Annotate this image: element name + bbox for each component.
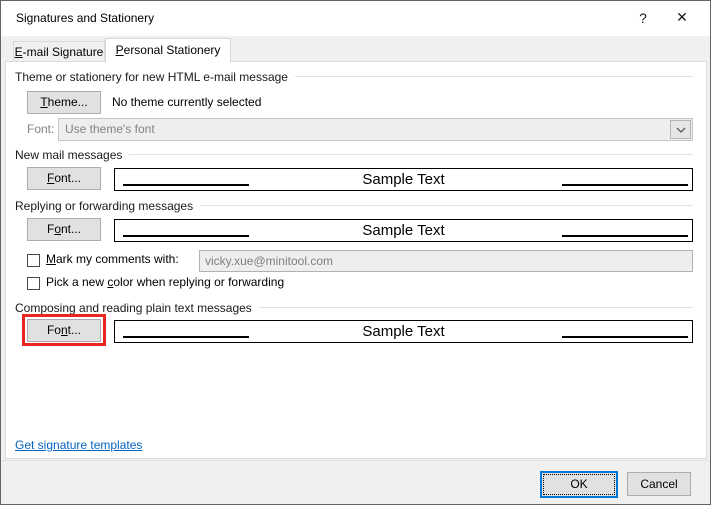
new-mail-sample-preview: Sample Text: [114, 168, 693, 191]
plain-text-section-label: Composing and reading plain text message…: [15, 301, 252, 315]
group-divider: [200, 205, 693, 206]
signatures-and-stationery-dialog: Signatures and Stationery ? ✕ E-mail Sig…: [0, 0, 711, 505]
theme-font-dropdown-value: Use theme's font: [65, 119, 155, 140]
pick-color-checkbox[interactable]: [27, 277, 40, 290]
plain-text-sample-preview: Sample Text: [114, 320, 693, 343]
pick-color-label[interactable]: Pick a new color when replying or forwar…: [46, 275, 284, 290]
mark-comments-label[interactable]: Mark my comments with:: [46, 252, 179, 267]
personal-stationery-page: Theme or stationery for new HTML e-mail …: [5, 61, 707, 459]
sample-text: Sample Text: [115, 220, 692, 241]
group-divider: [295, 76, 693, 77]
reply-forward-section-label: Replying or forwarding messages: [15, 199, 193, 213]
group-divider: [129, 154, 693, 155]
reply-forward-sample-preview: Sample Text: [114, 219, 693, 242]
mark-comments-input[interactable]: [199, 250, 693, 272]
reply-forward-font-button[interactable]: Font...: [27, 218, 101, 241]
sample-rule-right: [562, 184, 688, 186]
theme-section-label: Theme or stationery for new HTML e-mail …: [15, 70, 288, 84]
ok-button[interactable]: OK: [540, 471, 618, 498]
title-bar: Signatures and Stationery ? ✕: [1, 1, 710, 36]
sample-text: Sample Text: [115, 169, 692, 190]
cancel-button[interactable]: Cancel: [627, 472, 691, 496]
tab-email-signature[interactable]: E-mail Signature: [13, 41, 105, 62]
get-signature-templates-link[interactable]: Get signature templates: [15, 438, 142, 452]
chevron-down-icon[interactable]: [670, 120, 691, 139]
theme-font-dropdown[interactable]: Use theme's font: [58, 118, 693, 141]
font-dropdown-label: Font:: [27, 118, 54, 141]
reply-forward-section-header: Replying or forwarding messages: [15, 198, 693, 213]
sample-text: Sample Text: [115, 321, 692, 342]
plain-text-section-header: Composing and reading plain text message…: [15, 300, 693, 315]
group-divider: [259, 307, 693, 308]
mark-comments-checkbox[interactable]: [27, 254, 40, 267]
plain-text-font-button[interactable]: Font...: [27, 319, 101, 342]
new-mail-section-label: New mail messages: [15, 148, 122, 162]
sample-rule-right: [562, 235, 688, 237]
sample-rule-right: [562, 336, 688, 338]
dialog-title: Signatures and Stationery: [16, 1, 154, 36]
help-icon[interactable]: ?: [629, 1, 657, 36]
theme-status-text: No theme currently selected: [112, 91, 261, 114]
new-mail-font-button[interactable]: Font...: [27, 167, 101, 190]
new-mail-section-header: New mail messages: [15, 147, 693, 162]
tab-personal-stationery[interactable]: Personal Stationery: [105, 38, 231, 63]
theme-button[interactable]: Theme...: [27, 91, 101, 114]
close-icon[interactable]: ✕: [665, 1, 699, 36]
theme-section-header: Theme or stationery for new HTML e-mail …: [15, 69, 693, 84]
